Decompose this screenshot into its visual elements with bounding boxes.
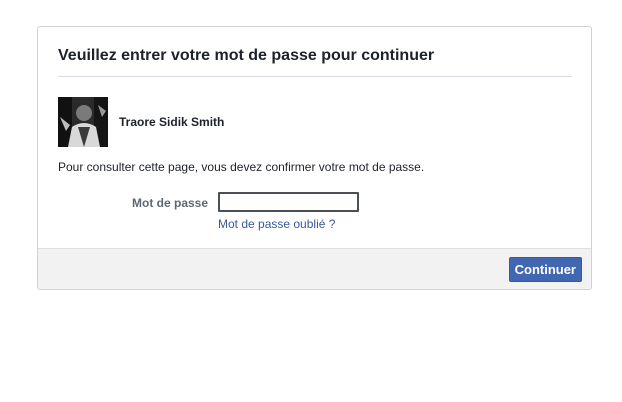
instructions-text: Pour consulter cette page, vous devez co… [58,160,425,174]
user-photo-icon [58,97,108,147]
password-label: Mot de passe [132,196,209,210]
dialog-title: Veuillez entrer votre mot de passe pour … [58,47,435,64]
continue-button[interactable]: Continuer [508,257,582,282]
forgot-password-link[interactable]: Mot de passe oublié ? [218,217,335,231]
title-divider [58,76,572,77]
password-confirm-dialog: Veuillez entrer votre mot de passe pour … [37,26,592,290]
user-name: Traore Sidik Smith [119,115,225,129]
avatar [58,97,108,147]
dialog-footer: Continuer [38,248,591,289]
password-field[interactable] [218,192,359,212]
